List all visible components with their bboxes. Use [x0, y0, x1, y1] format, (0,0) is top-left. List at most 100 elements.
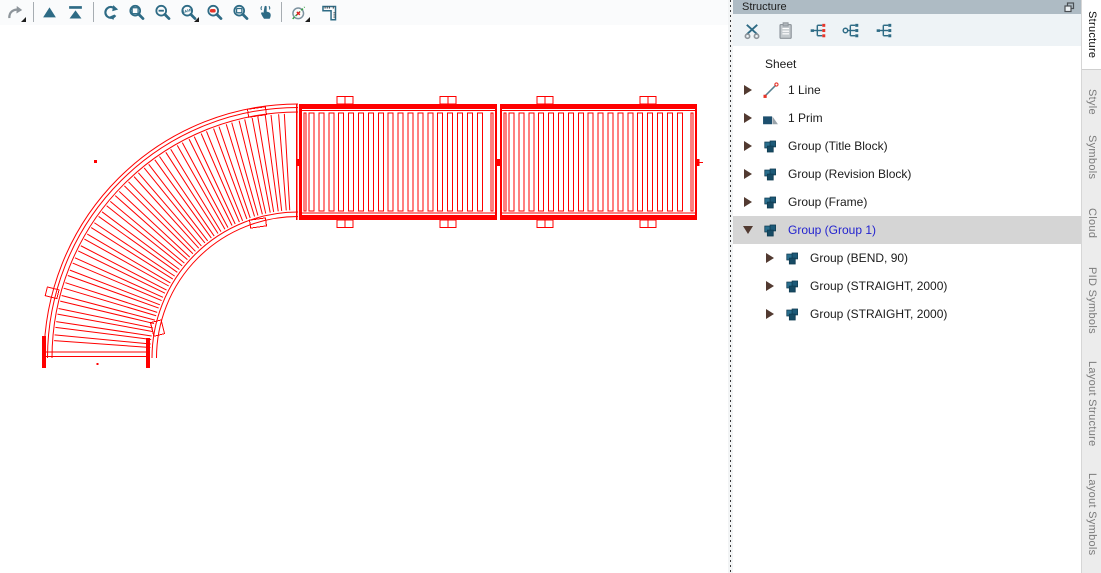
- tree-row-group-straight-2000[interactable]: Group (STRAIGHT, 2000): [733, 300, 1081, 328]
- tree-item-label[interactable]: Group (Revision Block): [788, 167, 911, 181]
- group-icon: [762, 138, 779, 155]
- side-tab-symbols[interactable]: Symbols: [1082, 127, 1101, 187]
- tree-row-group-straight-2000[interactable]: Group (STRAIGHT, 2000): [733, 272, 1081, 300]
- toolbar-separator: [33, 2, 34, 22]
- line-icon: [762, 81, 779, 99]
- expander-triangle: [744, 85, 752, 95]
- expand-arrow-icon[interactable]: [741, 85, 755, 95]
- toolbar-separator: [93, 2, 94, 22]
- triangle-up-button[interactable]: [36, 1, 62, 24]
- prim-icon: [762, 110, 779, 127]
- group-icon: [784, 250, 801, 267]
- tree-item-label[interactable]: 1 Line: [788, 83, 821, 97]
- side-tab-pid-symbols[interactable]: PID Symbols: [1082, 261, 1101, 340]
- group-icon: [786, 252, 798, 264]
- tree-item-label[interactable]: 1 Prim: [788, 111, 823, 125]
- conveyor-straight-2000-a[interactable]: [300, 96, 497, 228]
- tree-item-label[interactable]: Group (Group 1): [788, 223, 876, 237]
- zoom-name-icon: NAME: [181, 4, 196, 20]
- expand-arrow-icon[interactable]: [763, 253, 777, 263]
- measure-circle-icon: [291, 6, 305, 20]
- expander-triangle: [766, 253, 774, 263]
- measure-circle-button[interactable]: [286, 1, 312, 24]
- tree-root-label: Sheet: [765, 56, 797, 71]
- tree-row-group-revision-block[interactable]: Group (Revision Block): [733, 160, 1081, 188]
- line-icon: [763, 81, 779, 98]
- tree-item-label[interactable]: Group (Title Block): [788, 139, 888, 153]
- triangle-up-bar-button[interactable]: [62, 1, 88, 24]
- expander-triangle: [744, 141, 752, 151]
- tree-extract-button[interactable]: [839, 18, 863, 42]
- zoom-red-button[interactable]: [201, 1, 227, 24]
- tree-row-group-frame[interactable]: Group (Frame): [733, 188, 1081, 216]
- side-tab-structure[interactable]: Structure: [1082, 0, 1101, 70]
- tree-row-group-group-1[interactable]: Group (Group 1): [733, 216, 1081, 244]
- refresh-button[interactable]: [97, 1, 123, 24]
- tree-row-1-line[interactable]: 1 Line: [733, 76, 1081, 104]
- group-icon: [784, 306, 801, 323]
- triangle-up-bar-icon: [68, 6, 82, 19]
- group-icon: [764, 140, 776, 152]
- zoom-sheet-icon: [232, 4, 248, 20]
- tree-structure-button[interactable]: [872, 18, 896, 42]
- structure-panel: Structure Sheet 1 Line 1 Prim Group (Title…: [733, 0, 1081, 573]
- expand-arrow-icon[interactable]: [741, 169, 755, 179]
- expand-arrow-icon[interactable]: [741, 197, 755, 207]
- collapse-arrow-icon[interactable]: [741, 226, 755, 234]
- expand-arrow-icon[interactable]: [763, 281, 777, 291]
- side-tab-strip: Structure Style Symbols Cloud PID Symbols Lay…: [1081, 0, 1101, 573]
- zoom-name-button[interactable]: NAME: [175, 1, 201, 24]
- prim-icon: [763, 115, 778, 124]
- expand-arrow-icon[interactable]: [741, 141, 755, 151]
- drawing-canvas[interactable]: [0, 25, 728, 573]
- cut-button[interactable]: [740, 18, 764, 42]
- zoom-sheet-button[interactable]: [227, 1, 253, 24]
- tree-root-sheet[interactable]: Sheet: [733, 51, 1081, 76]
- tree-item-label[interactable]: Group (BEND, 90): [810, 251, 908, 265]
- expander-triangle: [744, 197, 752, 207]
- pan-hand-button[interactable]: [252, 1, 278, 24]
- structure-panel-toolbar: [733, 14, 1081, 46]
- paste-button[interactable]: [773, 18, 797, 42]
- zoom-out-button[interactable]: [149, 1, 175, 24]
- tree-item-label[interactable]: Group (Frame): [788, 195, 867, 209]
- group-icon: [784, 278, 801, 295]
- refresh-icon: [103, 5, 118, 20]
- zoom-window-button[interactable]: [123, 1, 149, 24]
- toolbar-separator: [281, 2, 282, 22]
- side-tab-style[interactable]: Style: [1082, 85, 1101, 119]
- expander-triangle: [744, 169, 752, 179]
- group-icon: [764, 224, 776, 236]
- redo-arrow-button[interactable]: [2, 1, 28, 24]
- float-window-icon[interactable]: [1064, 2, 1075, 13]
- group-icon: [762, 222, 779, 239]
- tree-insert-red-button[interactable]: [806, 18, 830, 42]
- pan-hand-icon: [259, 5, 271, 19]
- group-icon: [764, 168, 776, 180]
- structure-tree: Sheet 1 Line 1 Prim Group (Title Block) Gro…: [733, 46, 1081, 328]
- side-tab-cloud[interactable]: Cloud: [1082, 202, 1101, 245]
- expand-arrow-icon[interactable]: [763, 309, 777, 319]
- expand-arrow-icon[interactable]: [741, 113, 755, 123]
- tree-item-label[interactable]: Group (STRAIGHT, 2000): [810, 279, 947, 293]
- ruler-button[interactable]: [315, 1, 341, 24]
- triangle-up-icon: [42, 7, 56, 18]
- expander-triangle: [744, 113, 752, 123]
- tree-item-label[interactable]: Group (STRAIGHT, 2000): [810, 307, 947, 321]
- tree-row-group-bend-90[interactable]: Group (BEND, 90): [733, 244, 1081, 272]
- cut-icon: [744, 23, 760, 39]
- tree-row-1-prim[interactable]: 1 Prim: [733, 104, 1081, 132]
- side-tab-layout-structure[interactable]: Layout Structure: [1082, 350, 1101, 458]
- zoom-red-icon: [206, 4, 222, 20]
- conveyor-straight-2000-b[interactable]: [500, 96, 697, 228]
- group-icon: [786, 308, 798, 320]
- conveyor-group-1[interactable]: [42, 96, 703, 369]
- structure-panel-header: Structure: [733, 0, 1081, 14]
- group-icon: [786, 280, 798, 292]
- tree-structure-icon: [876, 23, 891, 37]
- side-tab-layout-symbols[interactable]: Layout Symbols: [1082, 466, 1101, 563]
- paste-icon: [778, 21, 792, 39]
- main-toolbar: NAME: [0, 0, 731, 26]
- tree-row-group-title-block[interactable]: Group (Title Block): [733, 132, 1081, 160]
- conveyor-bend-90[interactable]: [42, 103, 301, 368]
